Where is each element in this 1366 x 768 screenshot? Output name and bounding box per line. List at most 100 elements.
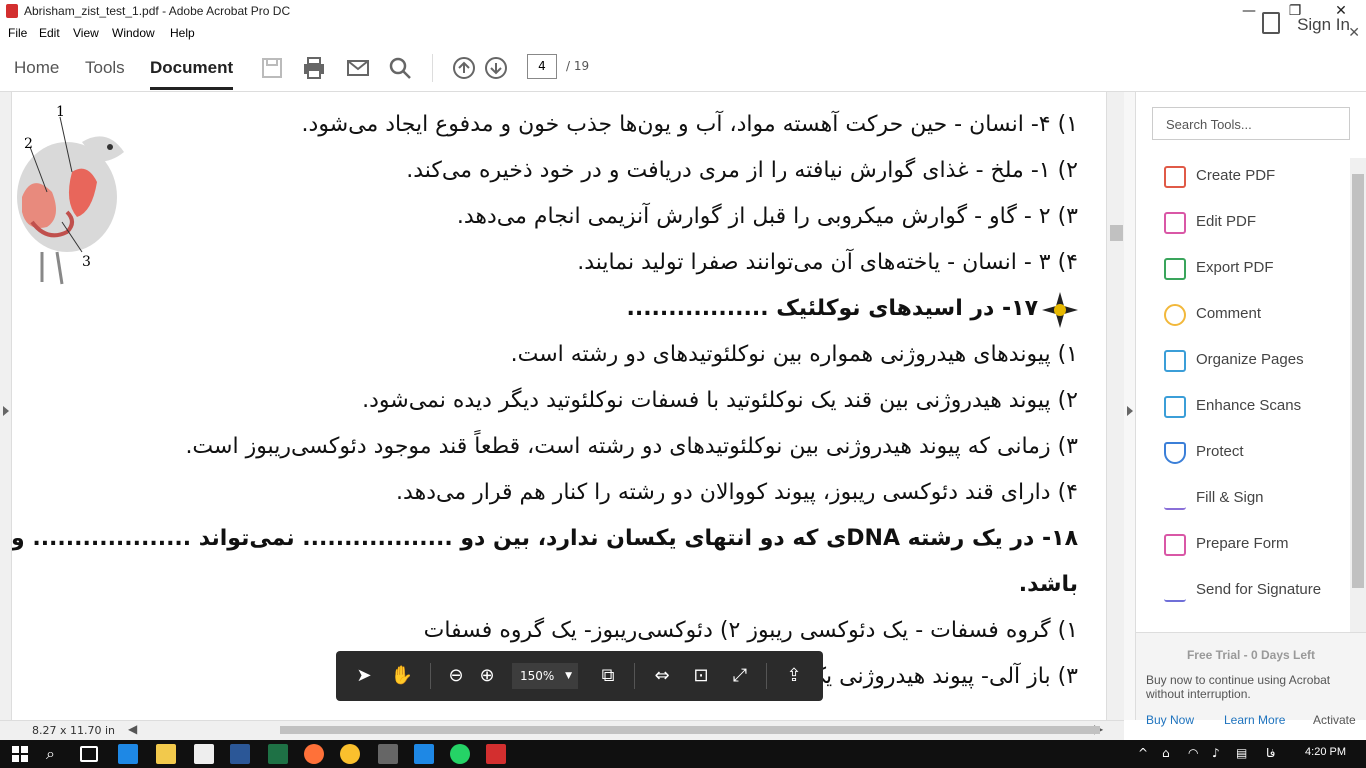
zoom-in-icon[interactable]: ⊕ (475, 664, 499, 688)
menu-edit[interactable]: Edit (39, 26, 60, 40)
tool-label: Comment (1196, 305, 1262, 322)
learn-more-link[interactable]: Learn More (1224, 713, 1285, 727)
zoom-level-select[interactable]: 150% ▼ (512, 663, 578, 689)
tool-label: Send for Signature (1196, 581, 1322, 598)
clock[interactable]: 4:20 PM (1305, 746, 1346, 758)
media-app-icon[interactable] (378, 744, 398, 764)
horizontal-scrollbar-thumb[interactable] (280, 726, 1100, 734)
firefox-icon[interactable] (304, 744, 324, 764)
excel-icon[interactable] (268, 744, 288, 764)
scrollbar-thumb[interactable] (1352, 174, 1364, 588)
search-tools-input[interactable]: Search Tools... (1152, 107, 1350, 140)
tool-label: Protect (1196, 443, 1244, 460)
question-title: ۱۸- در یک رشته DNAی که دو انتهای یکسان ن… (12, 526, 1078, 551)
tool-protect[interactable]: Protect (1160, 438, 1350, 468)
save-icon[interactable] (260, 56, 284, 80)
store-icon[interactable] (194, 744, 214, 764)
tools-pane-toggle[interactable] (1124, 92, 1136, 720)
tab-home[interactable]: Home (14, 58, 59, 78)
sign-in-button[interactable]: Sign In (1297, 15, 1350, 35)
scrollbar-thumb[interactable] (1110, 225, 1123, 241)
menu-window[interactable]: Window (112, 26, 155, 40)
menu-bar: File Edit View Window Help ✕ (0, 22, 1366, 44)
toolbar-separator (430, 663, 431, 689)
notifications-icon[interactable]: ▤ (1236, 746, 1247, 760)
menu-view[interactable]: View (73, 26, 99, 40)
search-icon[interactable]: ⌕ (46, 744, 55, 764)
prepare-form-icon (1164, 534, 1186, 556)
enhance-scans-icon (1164, 396, 1186, 418)
chrome-icon[interactable] (340, 744, 360, 764)
page-number-input[interactable]: 4 (527, 54, 557, 79)
question-title: باشد. (1018, 572, 1078, 597)
word-icon[interactable] (230, 744, 250, 764)
tool-comment[interactable]: Comment (1160, 300, 1350, 330)
fit-width-icon[interactable]: ⇔ (650, 664, 674, 688)
volume-icon[interactable]: ♪ (1212, 746, 1220, 760)
tool-export-pdf[interactable]: Export PDF (1160, 254, 1350, 284)
full-screen-icon[interactable]: ⤢ (728, 664, 752, 688)
question-line: ۲) پیوند هیدروژنی بین قند یک نوکلئوتید ب… (362, 388, 1078, 413)
show-hidden-icons[interactable]: ^ (1138, 746, 1148, 760)
left-panel-toggle[interactable] (0, 92, 12, 720)
compass-star-icon (1042, 292, 1078, 328)
question-line: ۳) ۲ - گاو - گوارش میکروبی را قبل از گوا… (456, 204, 1078, 229)
buy-now-link[interactable]: Buy Now (1146, 713, 1194, 727)
page-display-icon[interactable]: ⧉ (596, 664, 620, 688)
input-language[interactable]: فا (1266, 746, 1275, 760)
question-line: ۱) ۴- انسان - حین حرکت آهسته مواد، آب و … (301, 112, 1078, 137)
file-explorer-icon[interactable] (156, 744, 176, 764)
tool-label: Export PDF (1196, 259, 1274, 276)
wifi-icon[interactable]: ◠ (1188, 746, 1198, 760)
tool-create-pdf[interactable]: Create PDF (1160, 162, 1350, 192)
tool-enhance-scans[interactable]: Enhance Scans (1160, 392, 1350, 422)
tool-label: Enhance Scans (1196, 397, 1302, 414)
news-app-icon[interactable] (414, 744, 434, 764)
zoom-out-icon[interactable]: ⊖ (444, 664, 468, 688)
whatsapp-icon[interactable] (450, 744, 470, 764)
tab-document[interactable]: Document (150, 58, 234, 90)
toolbar-separator (634, 663, 635, 689)
search-icon[interactable] (388, 56, 412, 80)
window-title: Abrisham_zist_test_1.pdf - Adobe Acrobat… (24, 4, 291, 18)
tool-edit-pdf[interactable]: Edit PDF (1160, 208, 1350, 238)
question-line: ۳) زمانی که پیوند هیدروژنی بین نوکلئوتید… (185, 434, 1078, 459)
next-page-icon[interactable] (484, 56, 508, 80)
chevron-down-icon: ▼ (565, 671, 572, 681)
print-icon[interactable] (302, 56, 326, 80)
tool-label: Create PDF (1196, 167, 1276, 184)
start-icon[interactable] (12, 746, 28, 762)
tool-prepare-form[interactable]: Prepare Form (1160, 530, 1350, 560)
tools-pane-scrollbar[interactable] (1350, 158, 1366, 632)
menu-file[interactable]: File (8, 26, 27, 40)
activate-link[interactable]: Activate (1313, 713, 1356, 727)
edit-pdf-icon (1164, 212, 1186, 234)
tool-label: Edit PDF (1196, 213, 1257, 230)
scroll-left-icon[interactable]: ◀ (128, 722, 137, 736)
send-signature-icon (1164, 580, 1186, 602)
figure-label: 3 (82, 254, 91, 270)
email-icon[interactable] (346, 56, 370, 80)
fill-sign-icon (1164, 488, 1186, 510)
document-view[interactable]: 1 2 3 ۱) ۴- انسان - حین حرکت آهسته مواد،… (12, 92, 1106, 720)
network-icon[interactable]: ⌂ (1162, 746, 1170, 760)
tool-label: Prepare Form (1196, 535, 1289, 552)
organize-pages-icon (1164, 350, 1186, 372)
previous-page-icon[interactable] (452, 56, 476, 80)
acrobat-taskbar-icon[interactable] (486, 744, 506, 764)
close-document-icon[interactable]: ✕ (1348, 24, 1360, 41)
account-icon[interactable] (1262, 12, 1280, 34)
tab-tools[interactable]: Tools (85, 58, 125, 78)
trial-description: Buy now to continue using Acrobat withou… (1146, 673, 1331, 701)
task-view-icon[interactable] (80, 746, 98, 762)
share-icon[interactable]: ⇪ (782, 664, 806, 688)
fit-page-icon[interactable]: ⊡ (689, 664, 713, 688)
select-tool-icon[interactable]: ➤ (352, 664, 376, 688)
hand-tool-icon[interactable]: ✋ (390, 664, 414, 688)
document-scrollbar[interactable] (1106, 92, 1124, 720)
tool-send-for-signature[interactable]: Send for Signature (1160, 576, 1350, 606)
tool-organize-pages[interactable]: Organize Pages (1160, 346, 1350, 376)
tool-fill-sign[interactable]: Fill & Sign (1160, 484, 1350, 514)
menu-help[interactable]: Help (170, 26, 195, 40)
edge-icon[interactable] (118, 744, 138, 764)
